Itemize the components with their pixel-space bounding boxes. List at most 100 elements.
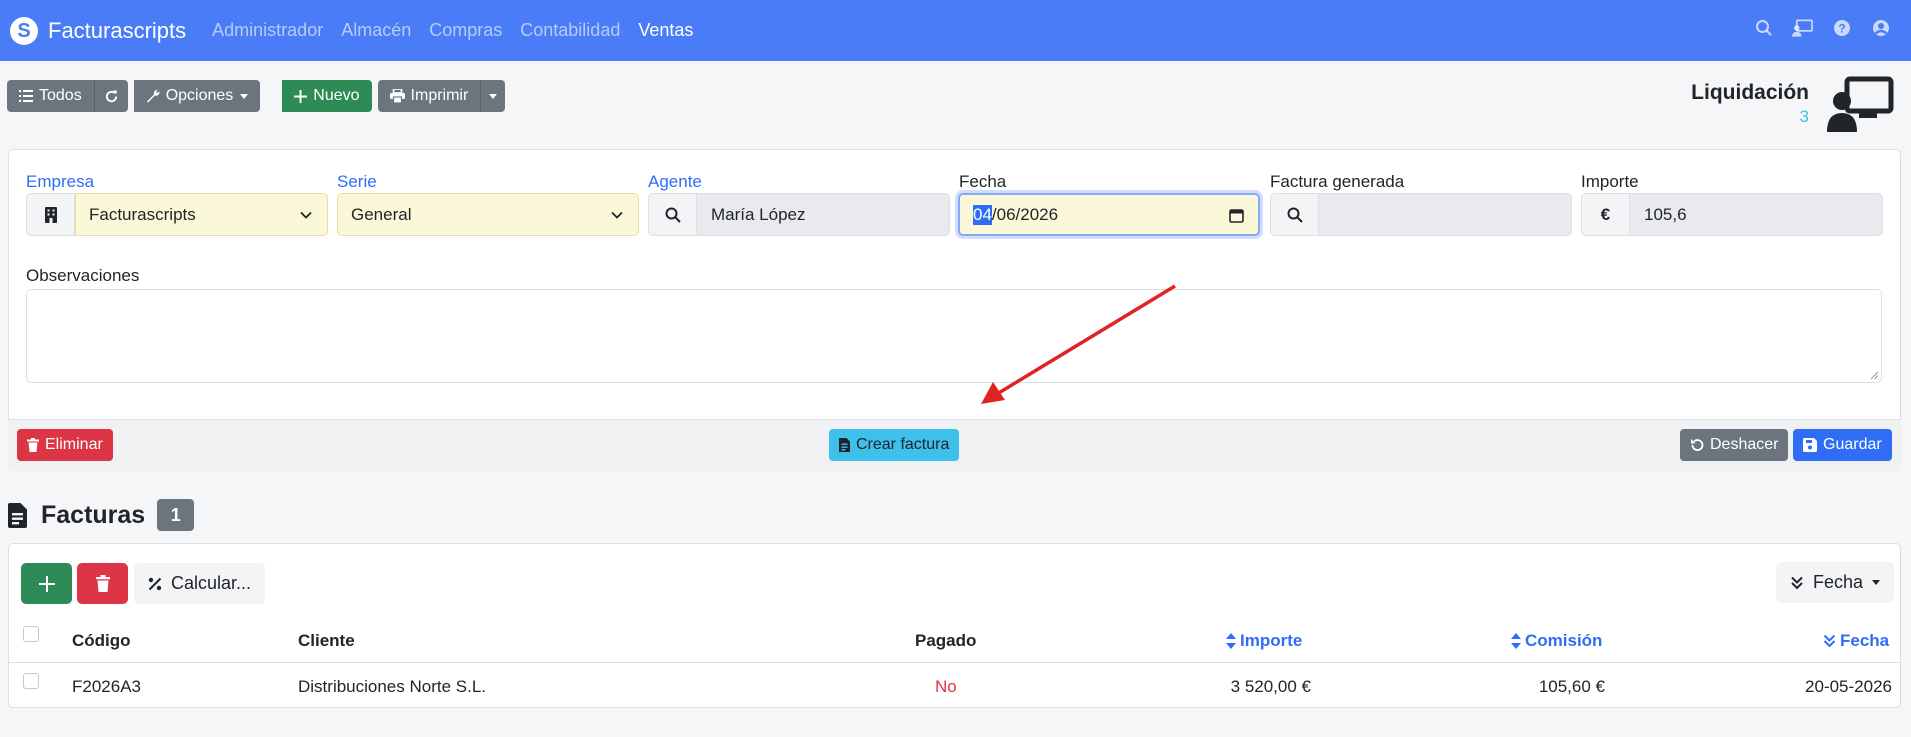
facturas-count-badge: 1 — [157, 499, 195, 531]
menu-ventas[interactable]: Ventas — [638, 20, 693, 41]
serie-value: General — [351, 204, 412, 224]
calendar-icon[interactable] — [1229, 208, 1244, 223]
add-factura-button[interactable] — [21, 563, 72, 604]
column-header-fecha[interactable]: Fecha — [1823, 631, 1889, 651]
importe-input[interactable]: 105,6 — [1630, 193, 1883, 236]
agente-search-button[interactable] — [648, 193, 697, 236]
double-chevron-down-icon — [1791, 576, 1803, 589]
cell-fecha: 20-05-2026 — [1805, 677, 1892, 696]
serie-field: General — [337, 193, 639, 236]
calcular-label: Calcular... — [171, 573, 252, 593]
empresa-select[interactable]: Facturascripts — [75, 193, 328, 236]
refresh-button[interactable] — [93, 80, 128, 112]
caret-down-icon — [1872, 580, 1880, 585]
file-invoice-icon — [839, 438, 850, 452]
crear-factura-button[interactable]: Crear factura — [829, 429, 960, 461]
user-icon[interactable] — [1870, 17, 1891, 38]
building-icon — [26, 193, 75, 236]
facturas-title: Facturas — [41, 500, 146, 529]
empresa-field: Facturascripts — [26, 193, 328, 236]
resize-handle-icon[interactable] — [1870, 371, 1879, 380]
eliminar-button[interactable]: Eliminar — [17, 429, 113, 461]
euro-icon: € — [1581, 193, 1630, 236]
importe-value: 105,6 — [1644, 204, 1687, 224]
crear-factura-label: Crear factura — [856, 436, 950, 453]
serie-select[interactable]: General — [337, 193, 639, 236]
menu-contabilidad[interactable]: Contabilidad — [520, 20, 620, 41]
fecha-day-selected: 04 — [973, 204, 992, 225]
column-header-pagado: Pagado — [915, 631, 977, 650]
empresa-value: Facturascripts — [89, 204, 196, 224]
top-navbar: S Facturascripts Administrador Almacén C… — [0, 0, 1911, 61]
imprimir-dropdown-toggle[interactable] — [480, 80, 506, 112]
column-header-comision-label: Comisión — [1525, 631, 1603, 650]
factura-generada-input[interactable] — [1319, 193, 1572, 236]
menu-almacen[interactable]: Almacén — [341, 20, 411, 41]
agente-label[interactable]: Agente — [648, 172, 702, 192]
annotation-arrow-icon — [981, 284, 1176, 404]
column-header-cliente: Cliente — [298, 631, 355, 650]
order-by-dropdown[interactable]: Fecha — [1775, 562, 1894, 603]
column-header-importe[interactable]: Importe — [1226, 631, 1302, 651]
agente-value: María López — [711, 204, 806, 224]
brand-link[interactable]: S Facturascripts — [10, 16, 187, 45]
chevron-down-icon — [611, 211, 623, 219]
record-number: 3 — [1799, 107, 1809, 126]
double-chevron-down-icon — [1823, 634, 1836, 648]
facturascripts-logo-icon: S — [10, 16, 38, 45]
importe-label: Importe — [1581, 172, 1639, 191]
select-all-checkbox[interactable] — [23, 626, 39, 642]
opciones-dropdown[interactable]: Opciones — [133, 80, 261, 112]
trash-icon — [95, 575, 110, 592]
printer-icon — [389, 89, 405, 103]
observaciones-label: Observaciones — [26, 266, 140, 285]
menu-compras[interactable]: Compras — [429, 20, 502, 41]
cell-cliente: Distribuciones Norte S.L. — [298, 677, 487, 696]
column-header-fecha-label: Fecha — [1840, 631, 1890, 650]
undo-icon — [1691, 439, 1704, 451]
brand-name: Facturascripts — [48, 17, 187, 43]
page-title: Liquidación — [1691, 81, 1809, 104]
trash-icon — [27, 438, 39, 452]
guardar-button[interactable]: Guardar — [1793, 429, 1892, 461]
empresa-label[interactable]: Empresa — [26, 172, 94, 192]
todos-button[interactable]: Todos — [7, 80, 94, 112]
calcular-button[interactable]: Calcular... — [134, 563, 266, 604]
column-header-importe-label: Importe — [1240, 631, 1303, 650]
list-icon — [19, 90, 33, 102]
factura-generada-field — [1270, 193, 1572, 236]
serie-label[interactable]: Serie — [337, 172, 377, 192]
search-icon — [1287, 207, 1303, 223]
file-invoice-icon — [8, 502, 27, 528]
search-icon — [665, 207, 681, 223]
percent-icon — [148, 577, 162, 590]
cell-codigo[interactable]: F2026A3 — [72, 677, 141, 697]
fecha-date-input[interactable]: 04/06/2026 — [958, 193, 1260, 236]
sort-icon — [1226, 633, 1236, 649]
search-icon[interactable] — [1753, 17, 1774, 38]
screen-share-icon[interactable] — [1792, 17, 1813, 38]
eliminar-label: Eliminar — [45, 436, 103, 453]
agente-input[interactable]: María López — [697, 193, 950, 236]
deshacer-button[interactable]: Deshacer — [1680, 429, 1789, 461]
help-icon[interactable]: ? — [1831, 17, 1852, 38]
nuevo-button[interactable]: Nuevo — [282, 80, 372, 112]
sort-icon — [1511, 633, 1521, 649]
agent-screen-icon — [1825, 76, 1895, 134]
factura-search-button[interactable] — [1270, 193, 1319, 236]
column-header-comision[interactable]: Comisión — [1511, 631, 1602, 651]
deshacer-label: Deshacer — [1710, 436, 1779, 453]
menu-administrador[interactable]: Administrador — [212, 20, 323, 41]
imprimir-button[interactable]: Imprimir — [377, 80, 481, 112]
nuevo-label: Nuevo — [313, 87, 360, 104]
page-header: Liquidación 3 — [1691, 81, 1809, 127]
importe-field: € 105,6 — [1581, 193, 1883, 236]
todos-label: Todos — [39, 87, 82, 104]
observaciones-textarea[interactable] — [26, 289, 1882, 383]
order-by-label: Fecha — [1812, 572, 1863, 592]
delete-factura-button[interactable] — [77, 563, 128, 604]
table-divider — [8, 662, 1901, 663]
row-checkbox[interactable] — [23, 673, 39, 689]
column-header-codigo: Código — [72, 631, 131, 650]
opciones-label: Opciones — [165, 87, 234, 104]
